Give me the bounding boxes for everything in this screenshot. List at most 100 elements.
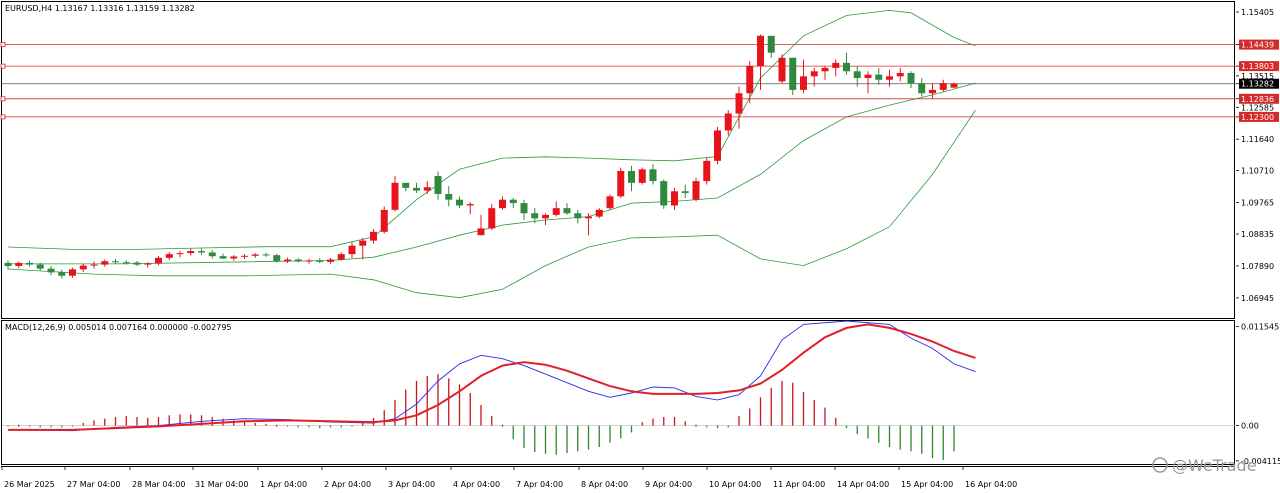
candle-body: [810, 71, 818, 77]
candle-body: [800, 76, 807, 90]
time-tick-label: 10 Apr 04:00: [709, 480, 761, 489]
price-tick-label: 1.07890: [1241, 262, 1274, 271]
time-tick-label: 1 Apr 04:00: [260, 480, 307, 489]
candle-body: [531, 213, 539, 219]
candle-body: [843, 62, 850, 72]
candle-body: [101, 261, 109, 265]
candle-body: [864, 74, 872, 79]
candle-body: [187, 251, 195, 254]
time-tick-label: 31 Mar 04:00: [195, 480, 248, 489]
candle-body: [294, 259, 302, 262]
time-tick-label: 2 Apr 04:00: [324, 480, 371, 489]
candle-body: [875, 74, 883, 80]
candle-body: [445, 193, 453, 200]
candle-body: [638, 169, 646, 183]
candle-body: [402, 182, 410, 188]
macd-tick-label: 0.00: [1241, 422, 1259, 431]
time-tick-label: 8 Apr 04:00: [581, 480, 628, 489]
price-panel-header: EURUSD,H4 1.13167 1.13316 1.13159 1.1328…: [5, 4, 195, 13]
time-tick-label: 4 Apr 04:00: [453, 480, 500, 489]
candle-body: [391, 182, 399, 210]
time-tick-label: 9 Apr 04:00: [645, 480, 692, 489]
candle-body: [520, 203, 528, 214]
candle-body: [660, 181, 668, 206]
candle-body: [649, 169, 657, 182]
candle-body: [757, 35, 764, 67]
candle-body: [112, 261, 119, 263]
candle-body: [4, 262, 12, 266]
candle-body: [499, 199, 506, 209]
candle-body: [69, 269, 76, 276]
trading-chart[interactable]: 1.154051.144391.138031.135151.132821.128…: [0, 0, 1280, 493]
candle-body: [423, 187, 431, 191]
time-tick-label: 16 Apr 04:00: [965, 480, 1017, 489]
candle-body: [337, 254, 345, 260]
candle-body: [939, 83, 947, 90]
time-tick-label: 27 Mar 04:00: [67, 480, 120, 489]
price-tick-label: 1.06945: [1241, 294, 1274, 303]
candle-body: [595, 209, 603, 217]
candle-body: [552, 208, 560, 215]
price-tick-label: 1.15405: [1241, 8, 1274, 17]
candle-body: [950, 83, 958, 88]
candle-body: [413, 187, 420, 191]
watermark-text: @WeTrade: [1172, 456, 1257, 475]
price-tick-label: 1.10710: [1241, 167, 1274, 176]
candle-body: [79, 265, 87, 270]
candle-body: [198, 251, 205, 253]
candle-body: [542, 214, 549, 219]
candle-body: [767, 35, 775, 53]
candle-body: [26, 262, 33, 265]
candle-body: [122, 262, 130, 264]
candle-body: [617, 170, 625, 197]
candle-body: [832, 62, 840, 68]
current-price-label: 1.13282: [1241, 80, 1274, 89]
candle-body: [886, 76, 893, 80]
candle-body: [230, 256, 238, 259]
price-level-label: 1.12300: [1241, 113, 1274, 122]
candle-body: [703, 160, 711, 182]
candle-body: [305, 260, 313, 262]
candle-body: [15, 262, 23, 266]
candle-body: [488, 208, 496, 229]
candle-body: [262, 254, 270, 256]
candle-body: [574, 213, 582, 219]
candle-body: [724, 113, 732, 131]
candle-body: [929, 89, 936, 94]
candle-body: [918, 83, 926, 94]
candle-body: [370, 231, 377, 241]
candle-body: [348, 245, 356, 255]
candle-body: [789, 57, 797, 90]
time-tick-label: 28 Mar 04:00: [132, 480, 185, 489]
candle-body: [821, 67, 829, 72]
candle-body: [692, 181, 700, 200]
candle-body: [907, 72, 915, 84]
candle-body: [778, 57, 786, 82]
candle-body: [241, 255, 248, 257]
candle-body: [681, 191, 689, 193]
candle-body: [434, 176, 442, 194]
level-handle-1: [0, 63, 6, 69]
candle-body: [509, 199, 517, 204]
candle-body: [466, 204, 474, 206]
candle-body: [714, 130, 721, 161]
candle-body: [456, 199, 463, 206]
candle-body: [563, 208, 571, 214]
time-tick-label: 3 Apr 04:00: [388, 480, 435, 489]
candle-body: [853, 71, 861, 79]
price-tick-label: 1.09765: [1241, 199, 1274, 208]
level-handle-3: [0, 114, 6, 120]
time-tick-label: 7 Apr 04:00: [516, 480, 563, 489]
candle-body: [359, 240, 367, 246]
candle-body: [380, 209, 388, 232]
candle-body: [316, 260, 324, 262]
candle-body: [36, 264, 44, 269]
candle-body: [251, 254, 259, 256]
candle-body: [896, 72, 904, 77]
candle-body: [208, 252, 216, 257]
time-tick-label: 26 Mar 2025: [4, 480, 55, 489]
candle-body: [477, 228, 485, 236]
candle-body: [155, 257, 162, 264]
level-handle-2: [0, 96, 6, 102]
candle-body: [284, 259, 291, 262]
